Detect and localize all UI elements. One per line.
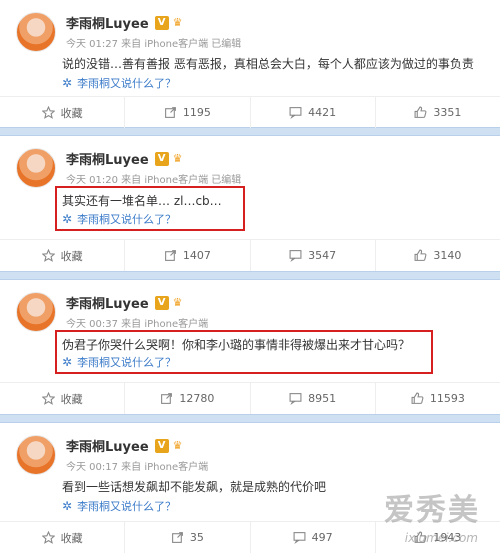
- collect-label: 收藏: [60, 531, 83, 545]
- like-button[interactable]: 11593: [376, 383, 500, 414]
- thumbs-up-icon: [414, 106, 427, 118]
- post-meta: 今天 00:37 来自 iPhone客户端: [66, 319, 209, 330]
- topic-link[interactable]: ✲ 李雨桐又说什么了？: [62, 498, 176, 514]
- repost-icon: [164, 107, 176, 118]
- comment-count: 4421: [308, 106, 337, 119]
- star-icon: [41, 392, 55, 405]
- like-button[interactable]: 3351: [376, 97, 500, 128]
- repost-button[interactable]: 1195: [125, 97, 251, 128]
- collect-label: 收藏: [60, 106, 83, 120]
- verified-icon: V: [154, 151, 169, 166]
- comment-count: 3547: [308, 249, 337, 262]
- collect-label: 收藏: [60, 249, 83, 263]
- post-meta: 今天 01:27 来自 iPhone客户端 已编辑: [66, 39, 242, 50]
- comment-button[interactable]: 8951: [251, 383, 376, 414]
- thumbs-up-icon: [414, 249, 427, 261]
- post-separator: [0, 414, 500, 423]
- avatar[interactable]: [16, 148, 56, 188]
- avatar[interactable]: [16, 292, 56, 332]
- topic-label: 李雨桐又说什么了？: [77, 77, 177, 90]
- username[interactable]: 李雨桐Luyee: [66, 13, 149, 32]
- weibo-post: 李雨桐Luyee V ♛ 今天 01:20 来自 iPhone客户端 已编辑 其…: [0, 136, 500, 271]
- comment-button[interactable]: 4421: [251, 97, 376, 128]
- repost-icon: [161, 393, 173, 404]
- crown-icon: ♛: [172, 151, 183, 165]
- post-header: 李雨桐Luyee V ♛: [66, 436, 188, 455]
- repost-count: 35: [189, 531, 204, 544]
- action-bar: 收藏 1195 4421 3351: [0, 96, 500, 128]
- comment-count: 497: [311, 531, 333, 544]
- like-count: 11593: [429, 392, 465, 405]
- repost-button[interactable]: 35: [125, 522, 251, 553]
- username[interactable]: 李雨桐Luyee: [66, 149, 149, 168]
- weibo-post: 李雨桐Luyee V ♛ 今天 00:37 来自 iPhone客户端 伪君子你哭…: [0, 280, 500, 414]
- watermark-logo: 爱秀美: [384, 493, 480, 528]
- collect-button[interactable]: 收藏: [0, 522, 126, 553]
- topic-link[interactable]: ✲ 李雨桐又说什么了？: [62, 354, 176, 370]
- repost-button[interactable]: 1407: [125, 240, 251, 271]
- verified-icon: V: [154, 15, 169, 30]
- watermark-url: ixiumei.com: [404, 531, 478, 545]
- comment-button[interactable]: 3547: [251, 240, 376, 271]
- action-bar: 收藏 1407 3547 3140: [0, 239, 500, 271]
- comment-icon: [289, 393, 302, 405]
- comment-icon: [289, 250, 302, 262]
- sparkle-icon: ✲: [62, 355, 73, 369]
- repost-count: 1195: [182, 106, 211, 119]
- post-meta: 今天 01:20 来自 iPhone客户端 已编辑: [66, 175, 242, 186]
- weibo-post: 李雨桐Luyee V ♛ 今天 01:27 来自 iPhone客户端 已编辑 说…: [0, 0, 500, 128]
- star-icon: [41, 531, 55, 544]
- topic-link[interactable]: ✲ 李雨桐又说什么了？: [62, 211, 176, 227]
- post-text: 看到一些话想发飙却不能发飙，就是成熟的代价吧: [62, 480, 327, 494]
- action-bar: 收藏 12780 8951 11593: [0, 382, 500, 414]
- repost-button[interactable]: 12780: [125, 383, 251, 414]
- crown-icon: ♛: [172, 15, 183, 29]
- repost-count: 12780: [179, 392, 215, 405]
- like-count: 3351: [433, 106, 462, 119]
- comment-icon: [293, 532, 306, 544]
- star-icon: [41, 249, 55, 262]
- thumbs-up-icon: [411, 392, 424, 404]
- sparkle-icon: ✲: [62, 499, 73, 513]
- verified-icon: V: [154, 438, 169, 453]
- collect-label: 收藏: [60, 392, 83, 406]
- sparkle-icon: ✲: [62, 76, 73, 90]
- like-button[interactable]: 3140: [376, 240, 500, 271]
- topic-label: 李雨桐又说什么了？: [77, 213, 177, 226]
- verified-icon: V: [154, 295, 169, 310]
- comment-icon: [289, 107, 302, 119]
- repost-count: 1407: [182, 249, 211, 262]
- post-text: 伪君子你哭什么哭啊！你和李小璐的事情非得被爆出来才甘心吗？: [62, 338, 411, 352]
- post-separator: [0, 271, 500, 280]
- comment-count: 8951: [308, 392, 337, 405]
- post-text: 说的没错…善有善报 恶有恶报，真相总会大白，每个人都应该为做过的事负责: [62, 57, 474, 71]
- like-count: 3140: [433, 249, 462, 262]
- post-separator: [0, 127, 500, 136]
- star-icon: [41, 106, 55, 119]
- repost-icon: [171, 532, 183, 543]
- collect-button[interactable]: 收藏: [0, 97, 126, 128]
- post-header: 李雨桐Luyee V ♛: [66, 149, 188, 168]
- sparkle-icon: ✲: [62, 212, 73, 226]
- avatar[interactable]: [16, 435, 56, 475]
- post-header: 李雨桐Luyee V ♛: [66, 293, 188, 312]
- comment-button[interactable]: 497: [251, 522, 376, 553]
- avatar[interactable]: [16, 12, 56, 52]
- username[interactable]: 李雨桐Luyee: [66, 436, 149, 455]
- topic-label: 李雨桐又说什么了？: [77, 500, 177, 513]
- topic-link[interactable]: ✲ 李雨桐又说什么了？: [62, 75, 176, 91]
- post-header: 李雨桐Luyee V ♛: [66, 13, 188, 32]
- post-meta: 今天 00:17 来自 iPhone客户端: [66, 462, 209, 473]
- collect-button[interactable]: 收藏: [0, 383, 126, 414]
- repost-icon: [164, 250, 176, 261]
- username[interactable]: 李雨桐Luyee: [66, 293, 149, 312]
- crown-icon: ♛: [172, 438, 183, 452]
- post-text: 其实还有一堆名单… zl…cb…: [62, 194, 222, 208]
- crown-icon: ♛: [172, 295, 183, 309]
- collect-button[interactable]: 收藏: [0, 240, 126, 271]
- topic-label: 李雨桐又说什么了？: [77, 356, 177, 369]
